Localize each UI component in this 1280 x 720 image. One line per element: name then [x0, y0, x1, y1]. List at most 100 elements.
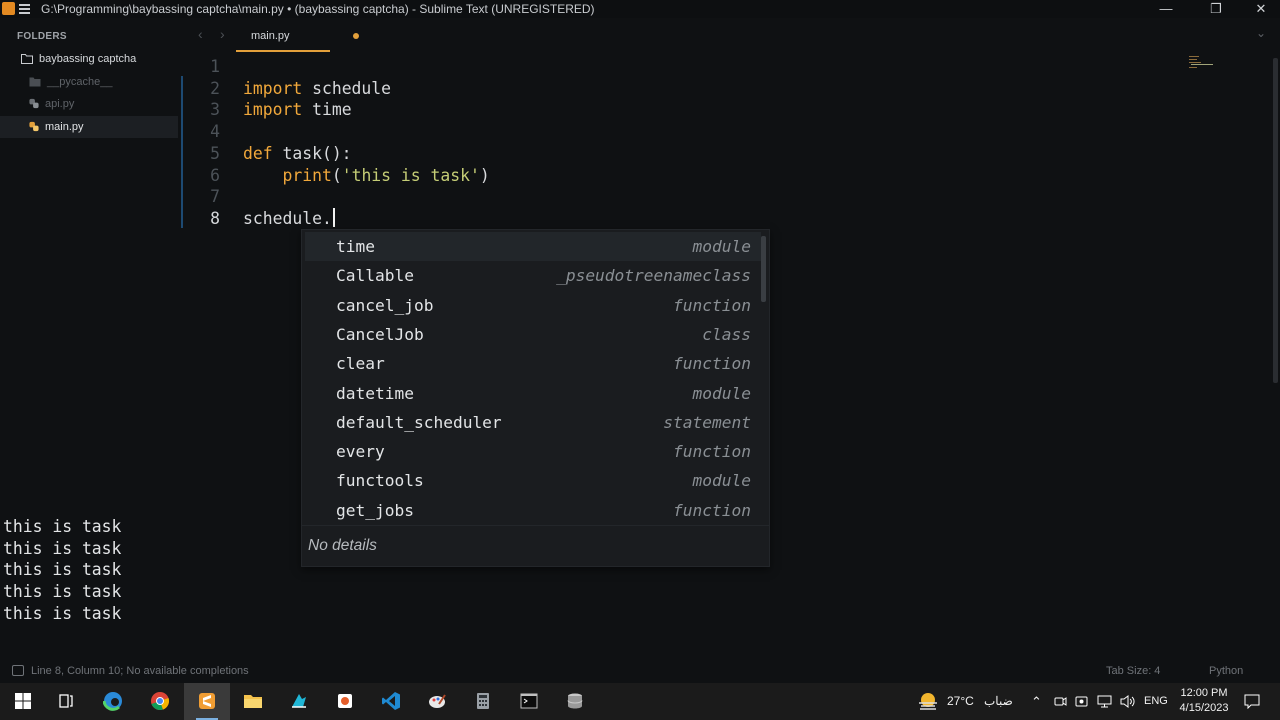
window-title: G:\Programming\baybassing captcha\main.p… — [41, 2, 595, 16]
code-token: schedule. — [243, 208, 332, 228]
code-editor[interactable]: 1 2 import schedule 3 import time 4 5 def task(… — [0, 56, 1190, 246]
autocomplete-item[interactable]: functools module — [305, 466, 761, 495]
code-line[interactable]: 3 import time — [0, 99, 1190, 121]
code-line[interactable]: 8 schedule. — [0, 207, 1190, 230]
autocomplete-item[interactable]: CancelJob class — [305, 320, 761, 349]
line-number: 2 — [210, 78, 220, 98]
weather-temperature[interactable]: 27°C — [947, 683, 974, 720]
terminal-button[interactable] — [506, 683, 552, 720]
language-indicator[interactable]: ENG — [1144, 683, 1168, 720]
autocomplete-item[interactable]: clear function — [305, 349, 761, 378]
autocomplete-details: No details — [302, 525, 769, 567]
chrome-button[interactable] — [137, 683, 183, 720]
database-button[interactable] — [552, 683, 598, 720]
status-bar: Line 8, Column 10; No available completi… — [0, 659, 1280, 683]
windows-start-icon — [15, 693, 31, 709]
calculator-button[interactable] — [460, 683, 506, 720]
sparkle-app-icon — [292, 694, 306, 708]
file-explorer-button[interactable] — [230, 683, 276, 720]
code-line[interactable]: 5 def task(): — [0, 143, 1190, 165]
code-line[interactable]: 6 print('this is task') — [0, 165, 1190, 187]
autocomplete-scrollbar[interactable] — [761, 236, 766, 302]
chevron-down-icon[interactable]: ⌄ — [1256, 26, 1266, 40]
edge-icon — [103, 692, 122, 711]
volume-icon[interactable] — [1120, 694, 1136, 709]
minimap[interactable] — [1189, 56, 1217, 68]
output-line: this is task — [3, 603, 122, 623]
task-view-icon — [59, 694, 73, 708]
security-icon[interactable] — [1075, 695, 1088, 708]
paint-app-button[interactable] — [414, 683, 460, 720]
start-button[interactable] — [0, 683, 46, 720]
chevron-up-icon[interactable]: ⌃ — [1031, 683, 1042, 720]
completion-name: default_scheduler — [336, 412, 502, 432]
maximize-button[interactable]: ❐ — [1193, 0, 1239, 18]
autocomplete-item[interactable]: datetime module — [305, 379, 761, 408]
minimize-button[interactable]: — — [1143, 0, 1189, 18]
line-number: 3 — [210, 100, 220, 120]
forward-arrow-icon[interactable]: › — [220, 26, 225, 42]
line-number: 5 — [210, 143, 220, 163]
sublime-text-window: G:\Programming\baybassing captcha\main.p… — [0, 0, 1280, 720]
edge-button[interactable] — [90, 683, 136, 720]
clock-time: 12:00 PM — [1180, 687, 1228, 699]
sparkle-app-button[interactable] — [276, 683, 322, 720]
file-explorer-icon — [244, 695, 262, 708]
code-text[interactable]: import time — [243, 99, 352, 121]
clock[interactable]: 12:00 PM 4/15/2023 — [1176, 686, 1232, 716]
editor-scrollbar[interactable] — [1273, 58, 1278, 383]
code-token: print — [282, 165, 332, 185]
autocomplete-popup: time module Callable _pseudotreenameclass ca… — [301, 229, 770, 567]
line-number: 7 — [210, 187, 220, 207]
office-app-icon — [338, 694, 352, 708]
database-icon — [567, 693, 583, 709]
code-line[interactable]: 7 — [0, 186, 1190, 208]
office-app-button[interactable] — [322, 683, 368, 720]
sublime-text-taskbar-button[interactable] — [184, 683, 230, 720]
tab-size-button[interactable]: Tab Size: 4 — [1106, 659, 1160, 683]
title-bar: G:\Programming\baybassing captcha\main.p… — [0, 0, 1280, 18]
completion-name: get_jobs — [336, 500, 414, 520]
notifications-icon[interactable] — [1244, 694, 1260, 709]
autocomplete-item[interactable]: default_scheduler statement — [305, 408, 761, 437]
meet-now-icon[interactable] — [1054, 695, 1067, 708]
code-text[interactable]: import schedule — [243, 78, 391, 100]
code-line[interactable]: 4 — [0, 121, 1190, 143]
autocomplete-item[interactable]: Callable _pseudotreenameclass — [305, 261, 761, 290]
code-line[interactable]: 2 import schedule — [0, 78, 1190, 100]
syntax-button[interactable]: Python — [1209, 659, 1243, 683]
panel-toggle-icon[interactable] — [12, 665, 24, 676]
modified-dot-icon[interactable] — [353, 33, 359, 39]
sublime-text-icon — [199, 693, 215, 709]
sublime-app-icon[interactable] — [2, 2, 15, 15]
code-text[interactable]: schedule. — [243, 207, 335, 230]
hamburger-menu-icon[interactable] — [19, 4, 30, 14]
autocomplete-item[interactable]: every function — [305, 437, 761, 466]
task-view-button[interactable] — [43, 683, 89, 720]
line-number: 8 — [210, 208, 220, 228]
weather-description[interactable]: ضباب — [984, 683, 1013, 720]
autocomplete-item[interactable]: cancel_job function — [305, 291, 761, 320]
vscode-button[interactable] — [368, 683, 414, 720]
back-arrow-icon[interactable]: ‹ — [198, 26, 203, 42]
taskbar: 27°C ضباب ⌃ ENG 12:00 PM 4/15/2023 — [0, 683, 1280, 720]
tab-main-py[interactable]: main.py — [236, 24, 359, 52]
text-cursor — [332, 207, 335, 227]
completion-kind: module — [692, 383, 751, 403]
completion-kind: function — [673, 354, 751, 374]
network-icon[interactable] — [1097, 695, 1112, 708]
autocomplete-item[interactable]: time module — [305, 232, 761, 261]
code-line[interactable]: 1 — [0, 56, 1190, 78]
code-token: 'this is task' — [341, 165, 480, 185]
status-message: Line 8, Column 10; No available completi… — [31, 665, 249, 677]
weather-fog-icon[interactable] — [917, 691, 939, 711]
code-token: import — [243, 78, 303, 98]
close-button[interactable]: ✕ — [1238, 0, 1280, 18]
code-text[interactable]: print('this is task') — [243, 165, 489, 187]
code-token: import — [243, 100, 303, 120]
code-token: ( — [331, 165, 342, 185]
autocomplete-item[interactable]: get_jobs function — [305, 496, 761, 525]
paint-app-icon — [429, 694, 446, 708]
code-text[interactable]: def task(): — [243, 143, 352, 165]
